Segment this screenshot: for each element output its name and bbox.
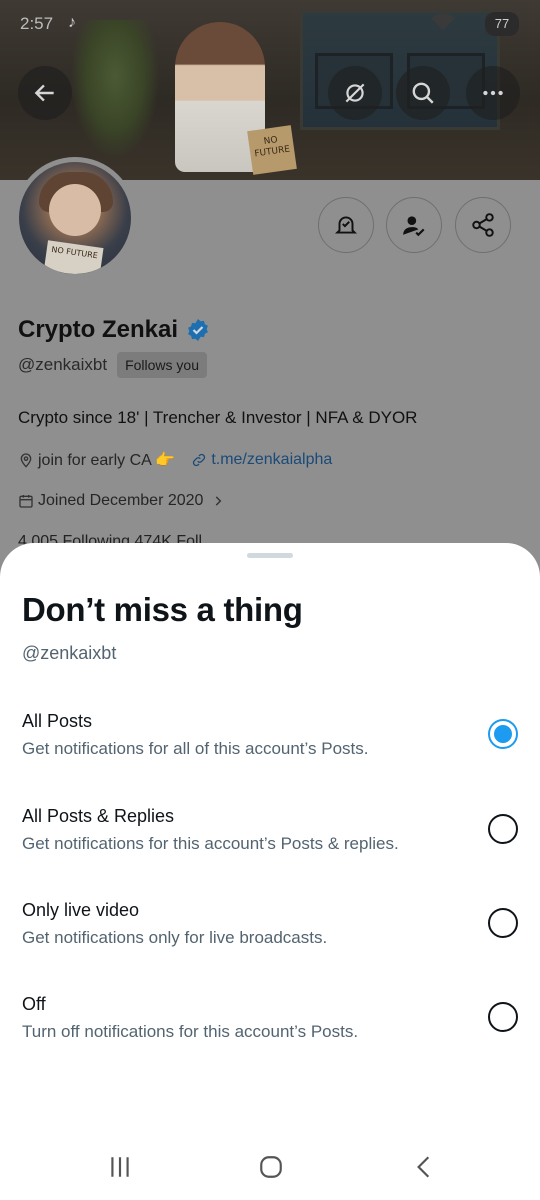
avatar-sign: NO FUTURE: [42, 240, 104, 274]
search-icon: [412, 82, 434, 104]
option-title: All Posts & Replies: [22, 806, 175, 826]
arrow-left-icon: [34, 84, 54, 102]
following-button[interactable]: [386, 197, 442, 253]
follows-you-badge: Follows you: [117, 352, 207, 378]
location-icon: [20, 453, 32, 468]
profile-bio: Crypto since 18' | Trencher & Investor |…: [18, 408, 418, 427]
battery-indicator: 77: [485, 12, 519, 36]
joined-row: Joined December 2020: [18, 492, 229, 510]
profile-meta: join for early CA 👉 t.me/zenkaialpha: [18, 450, 332, 470]
home-icon: [260, 1156, 282, 1178]
option-off[interactable]: Off Turn off notifications for this acco…: [0, 994, 540, 1074]
avatar[interactable]: NO FUTURE: [14, 157, 136, 279]
radio-unselected[interactable]: [488, 814, 518, 844]
option-all-posts[interactable]: All Posts Get notifications for all of t…: [0, 711, 540, 791]
profile-handle: @zenkaixbt: [18, 355, 108, 374]
sheet-grabber[interactable]: [247, 553, 293, 558]
search-button[interactable]: [396, 66, 450, 120]
tiktok-icon: ♪: [68, 14, 76, 31]
notifications-button[interactable]: [318, 197, 374, 253]
back-button[interactable]: [18, 66, 72, 120]
joined-date: Joined December 2020: [38, 492, 204, 509]
system-nav-bar: [0, 1130, 540, 1200]
display-name: Crypto Zenkai: [18, 316, 179, 343]
home-button[interactable]: [251, 1152, 291, 1182]
grok-icon: [345, 83, 365, 103]
radio-selected[interactable]: [488, 719, 518, 749]
bell-check-icon: [334, 216, 358, 234]
handle-row: @zenkaixbt Follows you: [18, 352, 207, 378]
sheet-title: Don’t miss a thing: [22, 591, 303, 628]
calendar-icon: [19, 495, 33, 508]
option-description: Get notifications for this account’s Pos…: [22, 834, 399, 853]
option-only-live-video[interactable]: Only live video Get notifications only f…: [0, 900, 540, 980]
system-back-button[interactable]: [404, 1152, 444, 1182]
profile-link[interactable]: t.me/zenkaialpha: [211, 451, 332, 469]
option-description: Get notifications for all of this accoun…: [22, 739, 369, 758]
radio-unselected[interactable]: [488, 908, 518, 938]
status-bar: 2:57 ♪ 77: [0, 0, 540, 48]
radio-unselected[interactable]: [488, 1002, 518, 1032]
banner-sign: NO FUTURE: [247, 125, 297, 175]
wifi-icon: [431, 13, 455, 30]
grok-button[interactable]: [328, 66, 382, 120]
share-icon: [472, 213, 494, 237]
notification-sheet: Don’t miss a thing @zenkaixbt All Posts …: [0, 543, 540, 1200]
option-title: Only live video: [22, 900, 140, 920]
recent-apps-button[interactable]: [100, 1152, 140, 1182]
option-title: Off: [22, 994, 46, 1014]
more-icon: [483, 90, 503, 96]
status-time: 2:57: [20, 14, 54, 33]
link-icon: [193, 453, 206, 467]
option-all-posts-replies[interactable]: All Posts & Replies Get notifications fo…: [0, 806, 540, 886]
more-button[interactable]: [466, 66, 520, 120]
sheet-handle: @zenkaixbt: [22, 643, 117, 663]
avatar-face: [49, 184, 101, 236]
person-check-icon: [403, 216, 425, 237]
chevron-right-icon[interactable]: [211, 494, 225, 508]
option-description: Get notifications only for live broadcas…: [22, 928, 328, 947]
profile-location: join for early CA 👉: [38, 452, 176, 469]
share-button[interactable]: [455, 197, 511, 253]
verified-badge-icon[interactable]: [186, 318, 210, 342]
back-chevron-icon: [417, 1156, 430, 1178]
option-description: Turn off notifications for this account’…: [22, 1022, 359, 1041]
recent-apps-icon: [111, 1157, 129, 1177]
option-title: All Posts: [22, 711, 93, 731]
name-row: Crypto Zenkai: [18, 316, 210, 344]
